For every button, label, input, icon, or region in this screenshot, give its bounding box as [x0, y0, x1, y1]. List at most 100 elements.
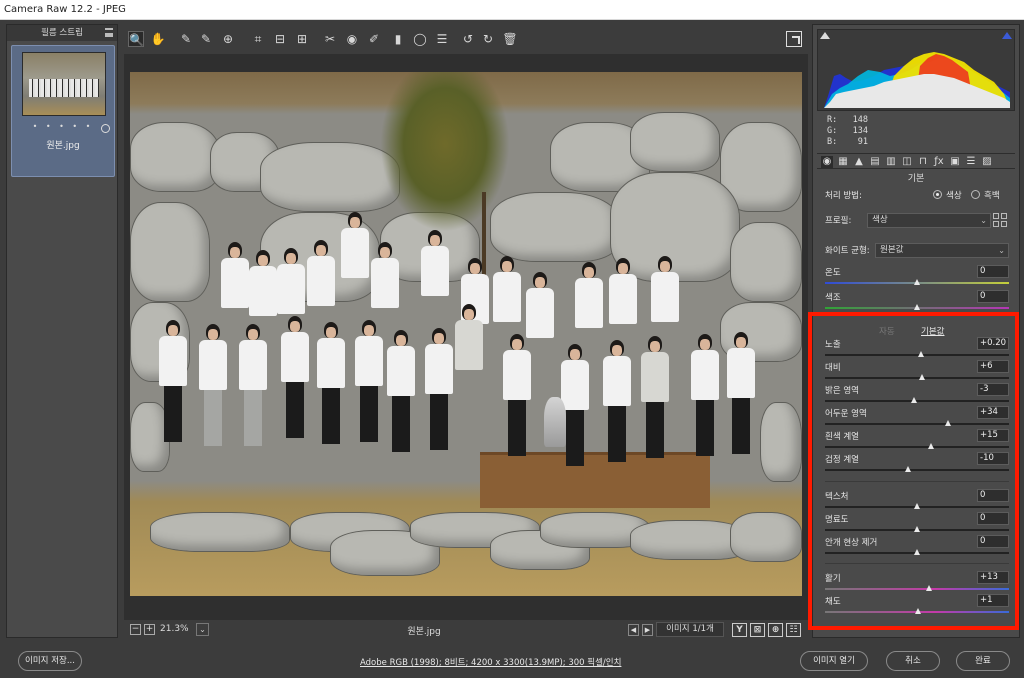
calibration-tab-icon[interactable]: ▣ [949, 156, 961, 168]
saturation-handle[interactable] [914, 608, 921, 614]
hsl-tab-icon[interactable]: ▤ [869, 156, 881, 168]
rating-dots[interactable]: • • • • • [12, 122, 114, 131]
red-value: R: 148 [827, 115, 868, 125]
treatment-color-radio[interactable] [933, 190, 942, 199]
exposure-value[interactable]: +0.20 [977, 337, 1009, 350]
vibrance-value[interactable]: +13 [977, 571, 1009, 584]
tint-slider[interactable]: 색조 0 [825, 290, 1009, 310]
saturation-slider[interactable]: 채도 +1 [825, 594, 1009, 614]
rotate-ccw-tool-icon[interactable]: ↺ [460, 31, 476, 47]
temperature-value[interactable]: 0 [977, 265, 1009, 278]
image-canvas[interactable] [124, 54, 808, 620]
white-balance-tool-icon[interactable]: ✎ [178, 31, 194, 47]
toggle-settings-icon[interactable]: ☷ [786, 623, 801, 637]
tint-value[interactable]: 0 [977, 290, 1009, 303]
hand-tool-icon[interactable]: ✋ [150, 31, 166, 47]
dehaze-value[interactable]: 0 [977, 535, 1009, 548]
texture-value[interactable]: 0 [977, 489, 1009, 502]
red-eye-tool-icon[interactable]: ◉ [344, 31, 360, 47]
exposure-slider[interactable]: 노출 +0.20 [825, 337, 1009, 357]
profile-browser-icon[interactable] [993, 213, 1007, 227]
radial-filter-tool-icon[interactable]: ◯ [412, 31, 428, 47]
effects-tab-icon[interactable]: ƒx [933, 156, 945, 168]
fullscreen-icon[interactable] [786, 31, 802, 47]
zoom-in-button[interactable]: + [144, 624, 155, 635]
clarity-label: 명료도 [825, 515, 849, 525]
blacks-handle[interactable] [904, 466, 911, 472]
whites-value[interactable]: +15 [977, 429, 1009, 442]
snapshots-tab-icon[interactable]: ▨ [981, 156, 993, 168]
crop-tool-icon[interactable]: ⌗ [250, 31, 266, 47]
presets-tab-icon[interactable]: ☰ [965, 156, 977, 168]
panel-menu-icon[interactable] [105, 28, 113, 37]
blacks-value[interactable]: -10 [977, 452, 1009, 465]
shadows-slider[interactable]: 어두운 영역 +34 [825, 406, 1009, 426]
treatment-bw-radio[interactable] [971, 190, 980, 199]
whites-handle[interactable] [927, 443, 934, 449]
dehaze-slider[interactable]: 안개 현상 제거 0 [825, 535, 1009, 555]
contrast-handle[interactable] [918, 374, 925, 380]
rotate-cw-tool-icon[interactable]: ↻ [480, 31, 496, 47]
workflow-options-link[interactable]: Adobe RGB (1998); 8비트; 4200 x 3300(13.9M… [360, 656, 621, 668]
zoom-out-button[interactable]: − [130, 624, 141, 635]
color-sampler-tool-icon[interactable]: ✎ [198, 31, 214, 47]
blacks-label: 검정 계열 [825, 455, 859, 465]
whites-slider[interactable]: 흰색 계열 +15 [825, 429, 1009, 449]
adjustment-brush-tool-icon[interactable]: ✐ [366, 31, 382, 47]
white-balance-dropdown[interactable]: 원본값 ⌄ [875, 243, 1009, 258]
vibrance-handle[interactable] [925, 585, 932, 591]
thumbnail-options-icon[interactable] [101, 124, 110, 133]
cancel-button[interactable]: 취소 [886, 651, 940, 671]
default-link[interactable]: 기본값 [921, 325, 944, 337]
contrast-slider[interactable]: 대비 +6 [825, 360, 1009, 380]
vibrance-slider[interactable]: 활기 +13 [825, 571, 1009, 591]
transform-tab-icon[interactable]: ⊓ [917, 156, 929, 168]
spot-removal-tool-icon[interactable]: ✂ [322, 31, 338, 47]
contrast-value[interactable]: +6 [977, 360, 1009, 373]
targeted-adjustment-tool-icon[interactable]: ⊕ [220, 31, 236, 47]
highlights-handle[interactable] [910, 397, 917, 403]
shadows-value[interactable]: +34 [977, 406, 1009, 419]
graduated-filter-tool-icon[interactable]: ▮ [390, 31, 406, 47]
temperature-slider[interactable]: 온도 0 [825, 265, 1009, 285]
copy-settings-icon[interactable]: ⊕ [768, 623, 783, 637]
transform-tool-icon[interactable]: ⊞ [294, 31, 310, 47]
texture-slider[interactable]: 텍스처 0 [825, 489, 1009, 509]
open-image-button[interactable]: 이미지 열기 [800, 651, 868, 671]
zoom-dropdown[interactable]: ⌄ [196, 623, 209, 636]
next-image-button[interactable]: ▶ [642, 624, 653, 636]
preferences-tool-icon[interactable]: ☰ [434, 31, 450, 47]
profile-dropdown[interactable]: 색상 ⌄ [867, 213, 991, 228]
clarity-slider[interactable]: 명료도 0 [825, 512, 1009, 532]
swap-settings-icon[interactable]: ⊠ [750, 623, 765, 637]
shadows-handle[interactable] [944, 420, 951, 426]
saturation-value[interactable]: +1 [977, 594, 1009, 607]
filmstrip-thumbnail[interactable]: • • • • • 원본.jpg [11, 45, 115, 177]
clarity-value[interactable]: 0 [977, 512, 1009, 525]
detail-tab-icon[interactable]: ▲ [853, 156, 865, 168]
previous-image-button[interactable]: ◀ [628, 624, 639, 636]
blacks-slider[interactable]: 검정 계열 -10 [825, 452, 1009, 472]
dehaze-label: 안개 현상 제거 [825, 538, 878, 548]
done-button[interactable]: 완료 [956, 651, 1010, 671]
lens-tab-icon[interactable]: ◫ [901, 156, 913, 168]
auto-link[interactable]: 자동 [879, 325, 895, 337]
zoom-tool-icon[interactable]: 🔍 [128, 31, 144, 47]
exposure-handle[interactable] [917, 351, 924, 357]
temperature-handle[interactable] [913, 279, 920, 285]
save-image-button[interactable]: 이미지 저장... [18, 651, 82, 671]
clarity-handle[interactable] [913, 526, 920, 532]
basic-tab-icon[interactable]: ◉ [821, 156, 833, 168]
dehaze-handle[interactable] [913, 549, 920, 555]
split-toning-tab-icon[interactable]: ▥ [885, 156, 897, 168]
tone-curve-tab-icon[interactable]: ▦ [837, 156, 849, 168]
highlights-slider[interactable]: 밝은 영역 -3 [825, 383, 1009, 403]
texture-handle[interactable] [913, 503, 920, 509]
straighten-tool-icon[interactable]: ⊟ [272, 31, 288, 47]
before-after-icon[interactable]: Y [732, 623, 747, 637]
treatment-row: 처리 방법: 색상 흑백 [825, 188, 1009, 204]
highlights-value[interactable]: -3 [977, 383, 1009, 396]
tint-handle[interactable] [913, 304, 920, 310]
trash-tool-icon[interactable]: 🗑 [502, 31, 518, 47]
blue-value: B: 91 [827, 137, 868, 147]
